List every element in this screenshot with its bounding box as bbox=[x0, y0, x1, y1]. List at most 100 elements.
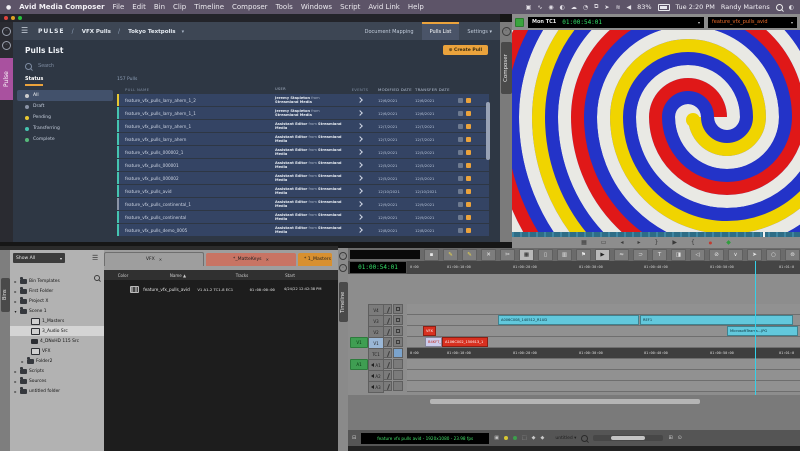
pull-alert-icon[interactable] bbox=[466, 215, 471, 220]
pull-history-icon[interactable] bbox=[458, 228, 463, 233]
track-monitor-icon[interactable] bbox=[393, 370, 403, 380]
track-monitor-icon[interactable] bbox=[393, 315, 403, 325]
expand-arrow-icon[interactable]: ▸ bbox=[13, 389, 18, 394]
minimize-window-button[interactable] bbox=[11, 16, 15, 20]
col-user[interactable]: USER bbox=[275, 87, 342, 91]
track-lock-icon[interactable] bbox=[383, 381, 392, 391]
show-all-dropdown[interactable]: Show All ▾ bbox=[13, 253, 65, 263]
pull-history-icon[interactable] bbox=[458, 176, 463, 181]
timeline-tool-button[interactable]: ○ bbox=[766, 249, 781, 261]
close-icon[interactable]: ✕ bbox=[266, 257, 269, 262]
status-filter-item[interactable]: Draft bbox=[17, 101, 113, 112]
track-monitor-icon[interactable] bbox=[393, 359, 403, 369]
pull-name[interactable]: feature_vfx_pulls_larry_ahern_1 bbox=[117, 124, 275, 129]
pull-row[interactable]: feature_vfx_pulls_continental Assistant … bbox=[117, 211, 489, 223]
pull-history-icon[interactable] bbox=[458, 137, 463, 142]
menubar-menu[interactable]: Timeline bbox=[194, 3, 224, 11]
pulse-tab[interactable]: Pulls List bbox=[422, 22, 460, 40]
bin-tree-item[interactable]: 4_DNxHD 115 Src bbox=[10, 336, 104, 346]
timeline-tool-button[interactable]: ◨ bbox=[671, 249, 686, 261]
status-filter-item[interactable]: Pending bbox=[17, 112, 113, 123]
timeline-tool-button[interactable]: ▯ bbox=[538, 249, 553, 261]
pull-row[interactable]: feature_vfx_pulls_000001 Assistant Edito… bbox=[117, 159, 489, 171]
close-icon[interactable]: ✕ bbox=[159, 257, 162, 262]
menubar-menu[interactable]: Composer bbox=[232, 3, 268, 11]
pull-history-icon[interactable] bbox=[458, 189, 463, 194]
close-window-button[interactable] bbox=[4, 16, 8, 20]
target-icon[interactable]: ⊙ bbox=[678, 435, 682, 441]
timeline-clip[interactable]: REF1 bbox=[640, 315, 793, 325]
menubar-menu[interactable]: Tools bbox=[276, 3, 293, 11]
expand-arrow-icon[interactable]: ▸ bbox=[13, 289, 18, 294]
menubar-status-icon[interactable]: ◐ bbox=[560, 4, 565, 11]
bin-clip-name[interactable]: feature_vfx_pulls_avid bbox=[143, 287, 197, 292]
col-name[interactable]: Name ▲ bbox=[142, 273, 214, 278]
col-transfer[interactable]: TRANSFER DATE bbox=[415, 87, 452, 92]
pulse-tab[interactable]: Document Mapping bbox=[357, 22, 422, 40]
bin-tree-item[interactable]: VFX bbox=[10, 346, 104, 356]
menubar-status-icon[interactable]: ≋ bbox=[615, 4, 620, 11]
monitor-toggle-icon[interactable] bbox=[515, 18, 524, 27]
bin-tree-item[interactable]: ▸ Bin Templates bbox=[10, 276, 104, 286]
apple-logo[interactable]: ● bbox=[6, 4, 11, 11]
pull-events[interactable] bbox=[342, 202, 378, 206]
search-icon[interactable] bbox=[581, 435, 588, 442]
timeline-tool-button[interactable]: ✎ bbox=[462, 249, 477, 261]
track-lock-icon[interactable] bbox=[383, 337, 392, 347]
zoom-window-button[interactable] bbox=[18, 16, 22, 20]
menubar-menu[interactable]: File bbox=[113, 3, 125, 11]
pull-history-icon[interactable] bbox=[458, 111, 463, 116]
timeline-tool-button[interactable]: ▥ bbox=[557, 249, 572, 261]
pull-name[interactable]: feature_vfx_pulls_larry_ahern_1_2 bbox=[117, 98, 275, 103]
pulse-tab[interactable]: Settings ▾ bbox=[459, 22, 500, 40]
bin-tab[interactable]: * 1_Masters bbox=[298, 253, 332, 266]
pull-name[interactable]: feature_vfx_pulls_000002_1 bbox=[117, 150, 275, 155]
timeline-tool-button[interactable]: ∨ bbox=[728, 249, 743, 261]
transport-button[interactable]: { bbox=[691, 237, 695, 248]
menubar-menu[interactable]: Help bbox=[408, 3, 424, 11]
status-filter-tab[interactable]: Status bbox=[25, 76, 43, 86]
transport-button[interactable]: ▸ bbox=[637, 237, 640, 248]
pull-history-icon[interactable] bbox=[458, 163, 463, 168]
timeline-clip[interactable]: A106C002_150613_1 bbox=[442, 337, 488, 347]
create-pull-button[interactable]: ⊕ Create Pull bbox=[443, 45, 488, 55]
timeline-tool-button[interactable]: ▶ bbox=[595, 249, 610, 261]
pull-name[interactable]: feature_vfx_pulls_demo_0005 bbox=[117, 228, 275, 233]
track-lock-icon[interactable] bbox=[383, 326, 392, 336]
pull-history-icon[interactable] bbox=[458, 202, 463, 207]
track-lock-icon[interactable] bbox=[383, 304, 392, 314]
expand-arrow-icon[interactable]: ▸ bbox=[13, 299, 18, 304]
timeline-hscrollbar[interactable] bbox=[430, 399, 700, 404]
toolset-dropdown[interactable]: untitled ▾ bbox=[555, 436, 576, 441]
panel-handle-icon[interactable]: ◦ bbox=[2, 41, 11, 50]
composer-vertical-tab[interactable]: Composer bbox=[501, 42, 512, 94]
expand-arrow-icon[interactable]: ▸ bbox=[13, 279, 18, 284]
bin-tab[interactable]: *_MatteKeys ✕ bbox=[206, 253, 296, 266]
pull-name[interactable]: feature_vfx_pulls_avid bbox=[117, 189, 275, 194]
bin-clip-row[interactable]: feature_vfx_pulls_avid V1 A1-2 TC1-8 EC1… bbox=[104, 284, 338, 294]
pull-alert-icon[interactable] bbox=[466, 189, 471, 194]
menubar-menu[interactable]: Bin bbox=[154, 3, 165, 11]
panel-handle-icon[interactable]: ◦ bbox=[502, 27, 511, 36]
menubar-status-icon[interactable]: ⧉ bbox=[594, 3, 598, 11]
timeline-tool-button[interactable]: ≈ bbox=[614, 249, 629, 261]
pull-history-icon[interactable] bbox=[458, 150, 463, 155]
bins-vertical-tab[interactable]: Bins bbox=[1, 278, 10, 312]
bin-tree-item[interactable]: ▸ untitled folder bbox=[10, 386, 104, 396]
expand-arrow-icon[interactable]: ▾ bbox=[13, 309, 18, 314]
col-start[interactable]: Start bbox=[270, 273, 310, 278]
chevron-down-icon[interactable]: ▾ bbox=[698, 20, 700, 25]
pull-row[interactable]: feature_vfx_pulls_larry_ahern Assistant … bbox=[117, 133, 489, 145]
monitor-timecode-box[interactable]: Mon TC1 01:00:54:01 ▾ bbox=[528, 17, 704, 28]
pull-events[interactable] bbox=[342, 111, 378, 115]
pull-row[interactable]: feature_vfx_pulls_larry_ahern_1 Assistan… bbox=[117, 120, 489, 132]
pulls-scrollbar[interactable] bbox=[486, 102, 490, 160]
track-patch-button[interactable]: V1 bbox=[350, 337, 368, 348]
pull-name[interactable]: feature_vfx_pulls_continental bbox=[117, 215, 275, 220]
transport-button[interactable]: ▦ bbox=[581, 237, 587, 248]
timeline-clip[interactable]: VFX bbox=[423, 326, 436, 336]
status-filter-item[interactable]: All bbox=[17, 90, 113, 101]
pull-row[interactable]: feature_vfx_pulls_000002_1 Assistant Edi… bbox=[117, 146, 489, 158]
expand-arrow-icon[interactable]: ▸ bbox=[20, 359, 25, 364]
expand-arrow-icon[interactable]: ▸ bbox=[13, 369, 18, 374]
